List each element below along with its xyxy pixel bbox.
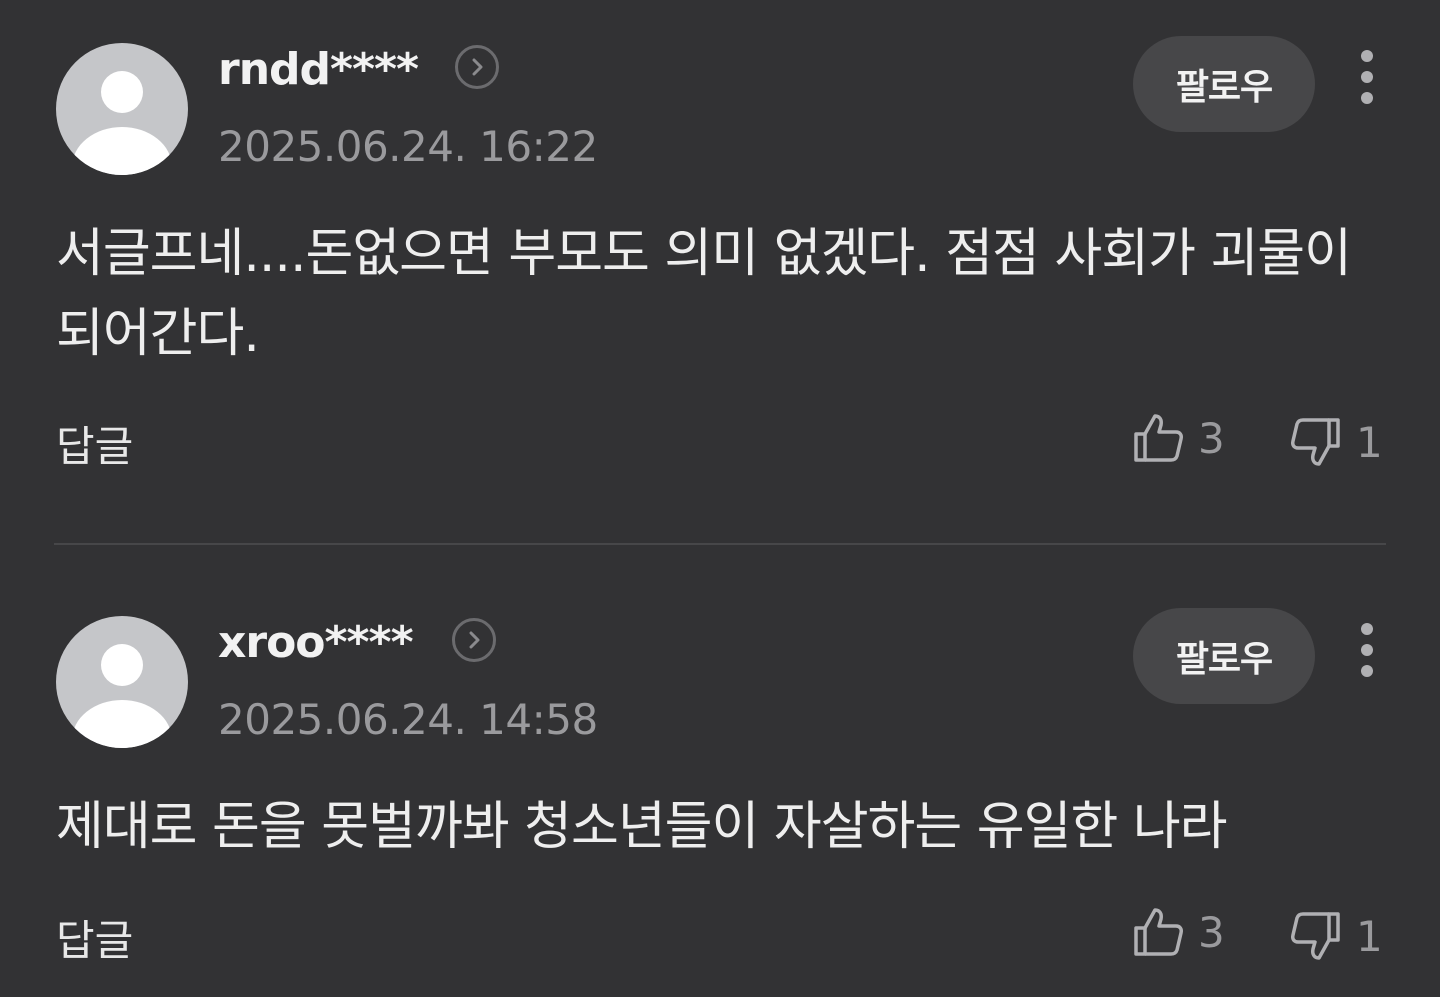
comment-timestamp: 2025.06.24. 16:22 <box>218 122 598 171</box>
thumbs-up-icon <box>1134 908 1183 956</box>
comment-timestamp: 2025.06.24. 14:58 <box>218 695 598 744</box>
dislike-button[interactable]: 1 <box>1290 906 1383 966</box>
dislike-button[interactable]: 1 <box>1290 412 1383 472</box>
follow-button[interactable]: 팔로우 <box>1133 608 1315 704</box>
comment-text: 서글프네....돈없으면 부모도 의미 없겠다. 점점 사회가 괴물이 되어간다… <box>56 224 1352 364</box>
dislike-count: 1 <box>1356 417 1383 467</box>
username[interactable]: rndd**** <box>218 44 419 95</box>
thumbs-down-icon <box>1291 418 1340 466</box>
avatar-head-shape <box>101 71 143 113</box>
reply-button[interactable]: 답글 <box>56 413 133 474</box>
reply-button[interactable]: 답글 <box>56 907 133 968</box>
avatar-head-shape <box>101 644 143 686</box>
like-button[interactable]: 3 <box>1132 408 1225 468</box>
chevron-right-circle-icon[interactable] <box>452 618 496 662</box>
follow-button[interactable]: 팔로우 <box>1133 36 1315 132</box>
like-count: 3 <box>1198 413 1225 463</box>
avatar-body-shape <box>72 127 172 175</box>
like-button[interactable]: 3 <box>1132 902 1225 962</box>
username[interactable]: xroo**** <box>218 617 414 668</box>
more-vertical-icon[interactable] <box>1350 621 1384 691</box>
thumbs-up-icon <box>1134 414 1183 462</box>
avatar[interactable] <box>56 43 188 175</box>
comment-item: xroo**** 2025.06.24. 14:58 팔로우 제대로 돈을 못벌… <box>0 545 1440 997</box>
like-count: 3 <box>1198 907 1225 957</box>
chevron-right-circle-icon[interactable] <box>455 45 499 89</box>
thumbs-down-icon <box>1291 912 1340 960</box>
dislike-count: 1 <box>1356 911 1383 961</box>
comment-text: 제대로 돈을 못벌까봐 청소년들이 자살하는 유일한 나라 <box>56 797 1228 857</box>
comment-item: rndd**** 2025.06.24. 16:22 팔로우 서글프네....돈… <box>0 0 1440 540</box>
avatar[interactable] <box>56 616 188 748</box>
more-vertical-icon[interactable] <box>1350 48 1384 118</box>
avatar-body-shape <box>72 700 172 748</box>
